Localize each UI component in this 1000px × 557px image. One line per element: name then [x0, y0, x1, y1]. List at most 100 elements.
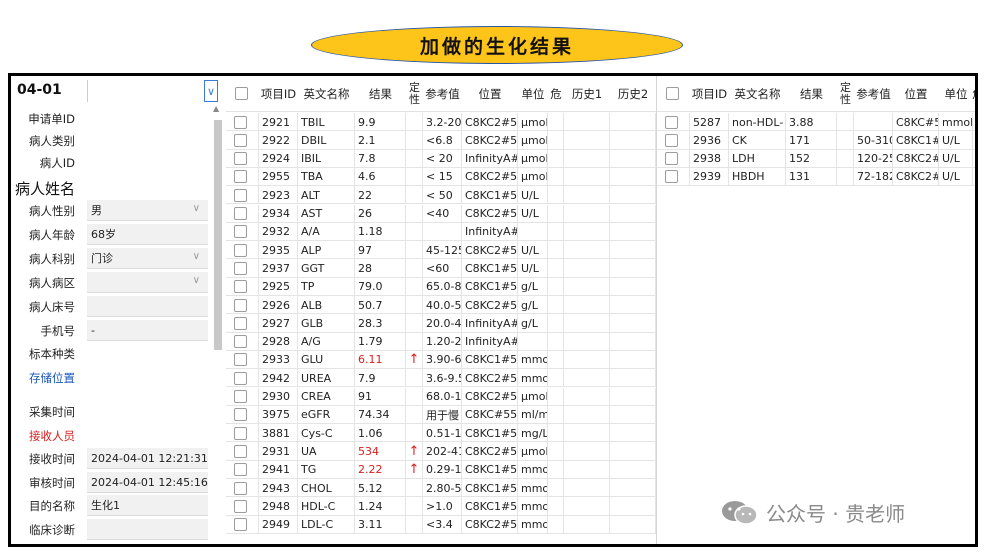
- cell-pos: C8KC1#55: [462, 350, 518, 369]
- row-checkbox[interactable]: [234, 225, 247, 239]
- select-all-checkbox[interactable]: [666, 87, 679, 100]
- sample-id-input[interactable]: [87, 80, 205, 102]
- row-checkbox[interactable]: [234, 426, 247, 440]
- field-value-input[interactable]: 生化1: [87, 495, 208, 516]
- chevron-down-icon[interactable]: ∨: [193, 203, 200, 214]
- table-row[interactable]: 2926ALB50.7 40.0-55.0C8KC2#55g/L: [226, 296, 656, 315]
- left-table-scrollbar[interactable]: ▲: [212, 102, 224, 542]
- scrollbar-thumb[interactable]: [214, 120, 222, 350]
- scroll-up-icon[interactable]: ▲: [213, 104, 219, 113]
- column-header[interactable]: 英文名称: [729, 76, 786, 112]
- column-header[interactable]: 危: [972, 76, 975, 112]
- row-checkbox[interactable]: [234, 298, 247, 312]
- row-checkbox[interactable]: [234, 481, 247, 495]
- table-row[interactable]: 2930CREA91 68.0-108C8KC2#55μmol/L: [226, 387, 656, 406]
- table-row[interactable]: 2922DBIL2.1 <6.8C8KC2#55μmol/L: [226, 131, 656, 150]
- field-value-input[interactable]: [87, 519, 208, 540]
- column-header[interactable]: 英文名称: [298, 76, 355, 112]
- row-checkbox[interactable]: [234, 133, 247, 147]
- cell-hist2: [610, 387, 656, 406]
- row-checkbox[interactable]: [234, 152, 247, 166]
- table-row[interactable]: 2921TBIL9.9 3.2-20.5C8KC2#55μmol/L: [226, 113, 656, 132]
- column-header[interactable]: 定性: [406, 76, 423, 112]
- row-checkbox[interactable]: [234, 408, 247, 422]
- row-checkbox[interactable]: [234, 335, 247, 349]
- row-checkbox[interactable]: [234, 353, 247, 367]
- table-row[interactable]: 2931UA534↑202-417C8KC2#55μmol/L: [226, 442, 656, 461]
- column-header[interactable]: 定性: [837, 76, 854, 112]
- table-row[interactable]: 2948HDL-C1.24 >1.0C8KC1#55mmol/L: [226, 497, 656, 516]
- table-row[interactable]: 2949LDL-C3.11 <3.4C8KC2#55mmol/L: [226, 515, 656, 534]
- row-checkbox[interactable]: [234, 115, 247, 129]
- horizontal-scrollbar[interactable]: [806, 544, 978, 547]
- table-row[interactable]: 2955TBA4.6 < 15C8KC2#55μmol/L: [226, 167, 656, 187]
- row-checkbox[interactable]: [234, 371, 247, 385]
- row-checkbox[interactable]: [234, 207, 247, 220]
- sample-dropdown-button[interactable]: ∨: [204, 80, 218, 102]
- checkbox-cell: [226, 204, 259, 223]
- row-checkbox[interactable]: [234, 390, 247, 403]
- table-row[interactable]: 2927GLB28.3 20.0-40.0InfinityA#g/L: [226, 314, 656, 333]
- table-row[interactable]: 2925TP79.0 65.0-85.0C8KC1#55g/L: [226, 277, 656, 296]
- column-header[interactable]: 参考值: [423, 76, 462, 112]
- table-row[interactable]: 2937GGT28 <60C8KC1#55U/L: [226, 259, 656, 278]
- row-checkbox[interactable]: [234, 518, 247, 532]
- table-row[interactable]: 2939HBDH131 72-182C8KC2#55U/L: [657, 167, 975, 187]
- table-row[interactable]: 2932 A/A 1.18 InfinityA#: [226, 222, 656, 242]
- table-row[interactable]: 2943CHOL5.12 2.80-5.1C8KC1#55mmol/L: [226, 479, 656, 498]
- row-checkbox[interactable]: [665, 170, 678, 184]
- table-row[interactable]: 2924IBIL7.8 < 20InfinityA#μmol/L: [226, 149, 656, 168]
- row-checkbox[interactable]: [234, 243, 247, 257]
- column-header[interactable]: 单位: [939, 76, 973, 112]
- field-value-input[interactable]: 68岁: [87, 224, 208, 245]
- row-checkbox[interactable]: [234, 261, 247, 275]
- field-value-input[interactable]: 男 ∨: [87, 200, 208, 221]
- table-row[interactable]: 2928A/G1.79 1.20-2.4InfinityA#: [226, 332, 656, 351]
- chevron-down-icon[interactable]: ∨: [193, 251, 200, 262]
- cell-result: 2.22: [355, 460, 406, 479]
- row-checkbox[interactable]: [665, 152, 678, 166]
- field-label[interactable]: 存储位置: [11, 370, 79, 386]
- column-header[interactable]: 历史1: [564, 76, 610, 112]
- field-value-input[interactable]: 2024-04-01 12:45:16: [87, 472, 208, 493]
- table-row[interactable]: 2923ALT22 < 50C8KC1#55U/L: [226, 186, 656, 205]
- row-checkbox[interactable]: [234, 170, 247, 184]
- field-value-input[interactable]: ∨: [87, 272, 208, 293]
- column-header[interactable]: 位置: [893, 76, 939, 112]
- table-row[interactable]: 2934AST26 <40C8KC2#55U/L: [226, 204, 656, 223]
- row-checkbox[interactable]: [234, 316, 247, 330]
- field-value: 门诊: [91, 252, 113, 265]
- field-value-input[interactable]: 2024-04-01 12:21:31: [87, 448, 208, 469]
- row-checkbox[interactable]: [234, 463, 247, 477]
- table-row[interactable]: 3881Cys-C1.06 0.51-1.0C8KC1#55mg/L: [226, 424, 656, 443]
- field-value-input[interactable]: [87, 296, 208, 317]
- field-value-input[interactable]: 门诊 ∨: [87, 248, 208, 269]
- cell-hist1: [564, 387, 610, 406]
- select-all-checkbox[interactable]: [235, 87, 248, 100]
- table-row[interactable]: 3975eGFR74.34 用于慢C8KC#556ml/min: [226, 405, 656, 425]
- column-header[interactable]: 项目ID: [690, 76, 729, 112]
- field-value-input[interactable]: -: [87, 320, 208, 341]
- chevron-down-icon[interactable]: ∨: [193, 275, 200, 286]
- row-checkbox[interactable]: [234, 444, 247, 458]
- row-checkbox[interactable]: [234, 188, 247, 202]
- table-row[interactable]: 2933GLU6.11↑3.90-6.1C8KC1#55mmol/L: [226, 350, 656, 370]
- column-header[interactable]: 项目ID: [259, 76, 298, 112]
- table-row[interactable]: 2942UREA7.9 3.6-9.5C8KC2#55mmol/L: [226, 369, 656, 388]
- row-checkbox[interactable]: [665, 133, 678, 147]
- table-row[interactable]: 2938LDH152 120-250C8KC2#55U/L: [657, 149, 975, 168]
- row-checkbox[interactable]: [234, 499, 247, 513]
- column-header[interactable]: 单位: [518, 76, 548, 112]
- row-checkbox[interactable]: [234, 280, 247, 294]
- row-checkbox[interactable]: [665, 115, 678, 129]
- column-header[interactable]: 参考值: [854, 76, 893, 112]
- column-header[interactable]: 危: [548, 76, 564, 112]
- table-row[interactable]: 5287non-HDL-3.88 C8KC#556mmol/L: [657, 113, 975, 132]
- column-header[interactable]: 结果: [355, 76, 406, 112]
- column-header[interactable]: 历史2: [610, 76, 656, 112]
- table-row[interactable]: 2936CK171 50-310C8KC1#55U/L: [657, 131, 975, 150]
- column-header[interactable]: 位置: [462, 76, 518, 112]
- table-row[interactable]: 2935ALP97 45-125C8KC2#55U/L: [226, 241, 656, 260]
- table-row[interactable]: 2941TG2.22↑0.29-1.7C8KC1#55mmol/L: [226, 460, 656, 479]
- column-header[interactable]: 结果: [786, 76, 837, 112]
